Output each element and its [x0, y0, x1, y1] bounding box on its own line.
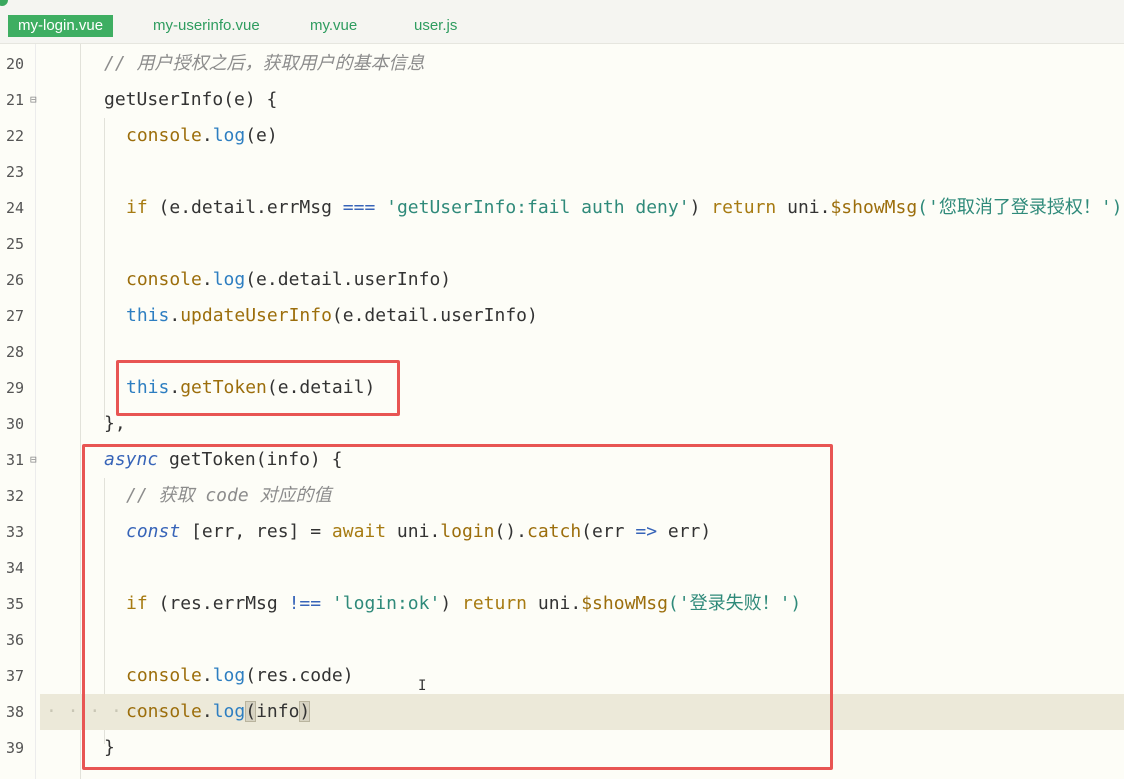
line-number: 31	[6, 451, 25, 469]
code-line-25[interactable]: 25	[0, 226, 1124, 262]
line-number: 37	[6, 667, 25, 685]
line-number: 23	[6, 163, 25, 181]
tab-my-userinfo-vue[interactable]: my-userinfo.vue	[153, 15, 260, 37]
code-token: updateUserInfo	[180, 305, 332, 326]
code-token: (e.detail.userInfo)	[331, 305, 538, 326]
fold-toggle-icon[interactable]: ⊟	[30, 82, 37, 118]
code-comment: // 用户授权之后，获取用户的基本信息	[104, 53, 425, 74]
line-number: 29	[6, 379, 25, 397]
code-string: 'getUserInfo:fail auth deny'	[375, 197, 690, 218]
code-line-24[interactable]: 24 if (e.detail.errMsg === 'getUserInfo:…	[0, 190, 1124, 226]
code-token: ===	[342, 197, 376, 218]
line-number: 38	[6, 703, 25, 721]
code-token: this	[126, 305, 170, 326]
editor-tab-bar: my-login.vue my-userinfo.vue my.vue user…	[0, 0, 1124, 44]
line-number: 24	[6, 199, 25, 217]
code-line-26[interactable]: 26 console.log(e.detail.userInfo)	[0, 262, 1124, 298]
line-number: 30	[6, 415, 25, 433]
highlight-box-gettoken-call	[116, 360, 400, 416]
tab-my-login-vue[interactable]: my-login.vue	[8, 15, 114, 37]
line-number: 21	[6, 91, 25, 109]
text-cursor-icon: I	[418, 678, 427, 694]
line-number: 34	[6, 559, 25, 577]
code-token: )	[689, 197, 712, 218]
line-number: 39	[6, 739, 25, 757]
code-token: $showMsg	[830, 197, 918, 218]
status-dot-icon	[0, 0, 8, 6]
code-line-21[interactable]: 21 ⊟ getUserInfo(e) {	[0, 82, 1124, 118]
line-number: 26	[6, 271, 25, 289]
code-line-22[interactable]: 22 console.log(e)	[0, 118, 1124, 154]
code-editor[interactable]: 20 // 用户授权之后，获取用户的基本信息 21 ⊟ getUserInfo(…	[0, 44, 1124, 779]
tab-my-vue[interactable]: my.vue	[310, 15, 357, 37]
code-token: if	[126, 197, 148, 218]
code-line-27[interactable]: 27 this.updateUserInfo(e.detail.userInfo…	[0, 298, 1124, 334]
line-number: 20	[6, 55, 25, 73]
code-token: return	[711, 197, 777, 218]
code-string: ('您取消了登录授权！')	[917, 197, 1123, 218]
fold-toggle-icon[interactable]: ⊟	[30, 442, 37, 478]
line-number: 28	[6, 343, 25, 361]
code-token: (e.detail.errMsg	[147, 197, 343, 218]
line-number: 25	[6, 235, 25, 253]
line-number: 32	[6, 487, 25, 505]
code-token: (e.detail.userInfo)	[245, 269, 452, 290]
code-token: },	[104, 413, 126, 434]
code-text: getUserInfo(e) {	[104, 89, 278, 110]
tab-user-js[interactable]: user.js	[414, 15, 457, 37]
line-number: 33	[6, 523, 25, 541]
line-number: 35	[6, 595, 25, 613]
code-token: (e)	[245, 125, 278, 146]
code-line-23[interactable]: 23	[0, 154, 1124, 190]
code-token: console	[126, 269, 202, 290]
code-token: log	[212, 269, 246, 290]
code-token: uni.	[776, 197, 831, 218]
line-number: 27	[6, 307, 25, 325]
code-token: console	[126, 125, 202, 146]
line-number: 22	[6, 127, 25, 145]
code-token: log	[212, 125, 246, 146]
code-line-20[interactable]: 20 // 用户授权之后，获取用户的基本信息	[0, 46, 1124, 82]
line-number: 36	[6, 631, 25, 649]
highlight-box-gettoken-method	[82, 444, 833, 770]
